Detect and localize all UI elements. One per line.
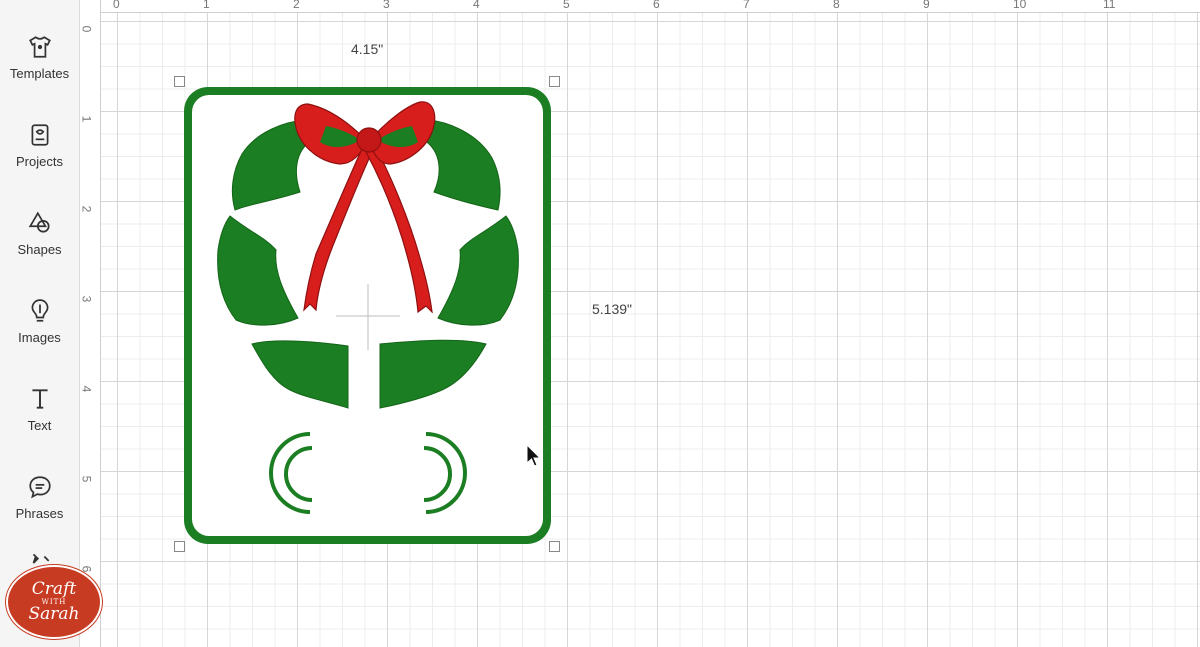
design-panel-sidebar: Templates Projects Shapes Images Text Ph… [0, 0, 80, 647]
ruler-tick: 3 [383, 0, 390, 11]
ruler-vertical: 0 1 2 3 4 5 6 [79, 0, 101, 647]
ruler-tick: 0 [79, 25, 94, 33]
sidebar-item-images[interactable]: Images [0, 294, 79, 374]
sidebar-item-label: Templates [9, 66, 70, 81]
ruler-tick: 10 [1013, 0, 1027, 11]
resize-handle-top-right[interactable] [549, 76, 560, 87]
ruler-tick: 6 [653, 0, 660, 11]
ruler-tick: 11 [1103, 0, 1116, 11]
sidebar-item-label: Images [18, 330, 61, 345]
sidebar-item-label: Projects [16, 154, 63, 169]
text-icon [31, 389, 48, 409]
resize-handle-bottom-left[interactable] [174, 541, 185, 552]
resize-handle-top-left[interactable] [174, 76, 185, 87]
ruler-tick: 2 [79, 205, 94, 213]
ruler-horizontal: 0 1 2 3 4 5 6 7 8 9 10 11 [80, 0, 1200, 13]
ruler-tick: 4 [79, 385, 94, 393]
ruler-tick: 4 [473, 0, 480, 11]
ruler-tick: 1 [79, 115, 94, 123]
sidebar-item-templates[interactable]: Templates [0, 30, 79, 110]
sidebar-item-label: Text [27, 418, 52, 433]
craft-with-sarah-logo: Craft WITH Sarah [6, 565, 102, 639]
height-dimension-label: 5.139" [592, 301, 633, 317]
ruler-tick: 5 [79, 475, 94, 483]
sidebar-item-phrases[interactable]: Phrases [0, 470, 79, 550]
ruler-tick: 7 [743, 0, 750, 11]
ruler-tick: 9 [923, 0, 930, 11]
sidebar-item-label: Phrases [15, 506, 64, 521]
sidebar-item-label: Shapes [17, 242, 62, 257]
sidebar-item-text[interactable]: Text [0, 382, 79, 462]
tshirt-icon [28, 36, 51, 58]
lightbulb-icon [31, 299, 48, 322]
width-dimension-label: 4.15" [351, 41, 384, 57]
ruler-tick: 3 [79, 295, 94, 303]
ruler-tick: 5 [563, 0, 570, 11]
shapes-icon [28, 211, 50, 233]
ruler-tick: 2 [293, 0, 300, 11]
sidebar-item-projects[interactable]: Projects [0, 118, 79, 198]
ruler-tick: 0 [113, 0, 120, 11]
ruler-tick: 8 [833, 0, 840, 11]
mouse-cursor-icon [526, 444, 542, 467]
resize-handle-bottom-right[interactable] [549, 541, 560, 552]
projects-icon [31, 124, 48, 146]
ruler-tick: 1 [203, 0, 210, 11]
sidebar-item-shapes[interactable]: Shapes [0, 206, 79, 286]
speech-bubble-icon [28, 476, 51, 499]
wreath-card-design[interactable] [180, 82, 555, 549]
